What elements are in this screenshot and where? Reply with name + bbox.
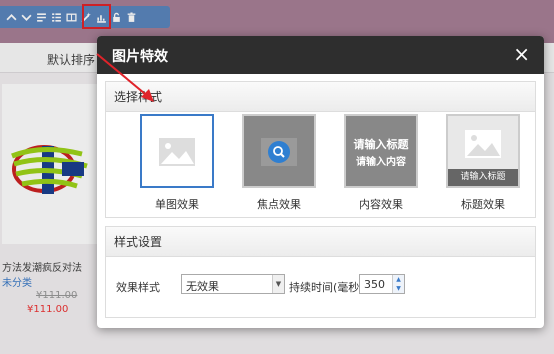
style-option-single[interactable]: 单图效果 [139, 114, 215, 212]
style-settings-header: 样式设置 [106, 227, 535, 257]
dialog-header: 图片特效 × [97, 36, 544, 74]
increment-icon[interactable]: ▲ [393, 275, 404, 284]
close-icon[interactable]: × [513, 43, 530, 65]
image-effect-dialog: 图片特效 × 选择样式 单图效果 焦点效果 请输入标题 请输入内容 内容效果 请… [97, 36, 544, 328]
effect-style-value: 无效果 [186, 280, 219, 293]
title-thumb[interactable]: 请输入标题 [446, 114, 520, 188]
title-thumb-caption: 请输入标题 [448, 169, 518, 186]
style-select-header: 选择样式 [106, 82, 535, 112]
style-label-single: 单图效果 [155, 198, 199, 211]
effect-style-label: 效果样式 [116, 281, 160, 294]
style-option-content[interactable]: 请输入标题 请输入内容 内容效果 [343, 114, 419, 212]
style-label-content: 内容效果 [359, 198, 403, 211]
settings-row: 效果样式 无效果 ▼ 持续时间(毫秒) 350 ▲ ▼ [106, 271, 537, 301]
dialog-title: 图片特效 [112, 49, 168, 65]
focus-thumb[interactable] [242, 114, 316, 188]
content-thumb-title: 请输入标题 [353, 138, 409, 151]
image-placeholder-icon [261, 138, 297, 166]
style-label-focus: 焦点效果 [257, 198, 301, 211]
duration-stepper[interactable]: 350 ▲ ▼ [359, 274, 405, 294]
style-settings-section: 样式设置 效果样式 无效果 ▼ 持续时间(毫秒) 350 ▲ ▼ [105, 226, 536, 318]
style-option-title[interactable]: 请输入标题 标题效果 [445, 114, 521, 212]
style-label-title: 标题效果 [461, 198, 505, 211]
chevron-down-icon[interactable]: ▼ [272, 275, 284, 293]
style-option-focus[interactable]: 焦点效果 [241, 114, 317, 212]
content-thumb[interactable]: 请输入标题 请输入内容 [344, 114, 418, 188]
stepper-buttons: ▲ ▼ [392, 275, 404, 293]
style-options: 单图效果 焦点效果 请输入标题 请输入内容 内容效果 请输入标题 标题效果 [106, 114, 537, 218]
content-thumb-body: 请输入内容 [356, 157, 406, 168]
image-placeholder-icon [159, 138, 195, 166]
effect-style-select[interactable]: 无效果 ▼ [181, 274, 285, 294]
decrement-icon[interactable]: ▼ [393, 284, 404, 293]
style-select-section: 选择样式 单图效果 焦点效果 请输入标题 请输入内容 内容效果 请输入标题 标题… [105, 81, 536, 218]
duration-label: 持续时间(毫秒) [289, 281, 364, 294]
duration-value[interactable]: 350 [364, 278, 385, 291]
single-image-thumb[interactable] [140, 114, 214, 188]
